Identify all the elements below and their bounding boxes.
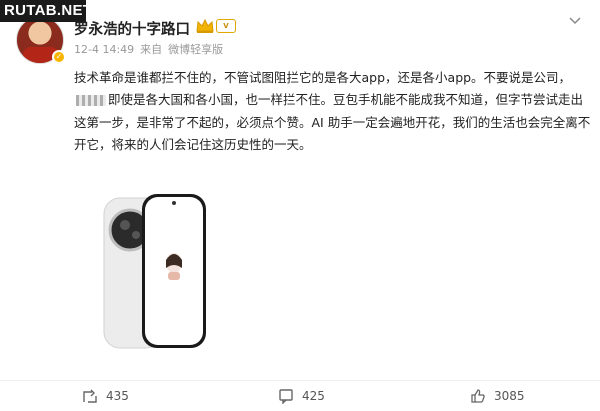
crown-icon (196, 18, 214, 33)
phone-photo (103, 194, 206, 349)
chevron-down-icon[interactable] (568, 14, 582, 28)
comment-count: 425 (302, 389, 325, 403)
post-meta: 12-4 14:49 来自 微博轻享版 (74, 41, 229, 57)
like-icon (471, 389, 485, 403)
like-count: 3085 (494, 389, 525, 403)
repost-count: 435 (106, 389, 129, 403)
post-source[interactable]: 微博轻享版 (168, 43, 223, 56)
comment-button[interactable]: 425 (278, 388, 325, 404)
repost-icon (83, 389, 97, 403)
vip-badge-icon: V (216, 19, 236, 33)
post-timestamp: 12-4 14:49 (74, 43, 135, 56)
post-text-part1: 技术革命是谁都拦不住的，不管试图阻拦它的是各大app，还是各小app。不要说是公… (74, 70, 572, 85)
repost-button[interactable]: 435 (82, 388, 129, 404)
like-button[interactable]: 3085 (470, 388, 525, 404)
post-image[interactable] (100, 188, 210, 356)
verified-badge-icon: ✓ (52, 50, 66, 64)
source-prefix: 来自 (140, 43, 163, 56)
action-bar: 435 425 3085 (0, 380, 600, 411)
post-text-part2: 即使是各大国和各小国，也一样拦不住。豆包手机能不能成我不知道，但字节尝试走出这第… (74, 92, 591, 153)
censored-text (76, 95, 106, 107)
post-body: 技术革命是谁都拦不住的，不管试图阻拦它的是各大app，还是各小app。不要说是公… (74, 67, 594, 157)
comment-icon (279, 389, 293, 404)
post-header: ✓ 罗永浩的十字路口 V 12-4 14:49 来自 微博轻享版 (16, 14, 586, 64)
watermark-label: RUTAB.NET (0, 0, 92, 22)
author-name[interactable]: 罗永浩的十字路口 (74, 18, 190, 39)
